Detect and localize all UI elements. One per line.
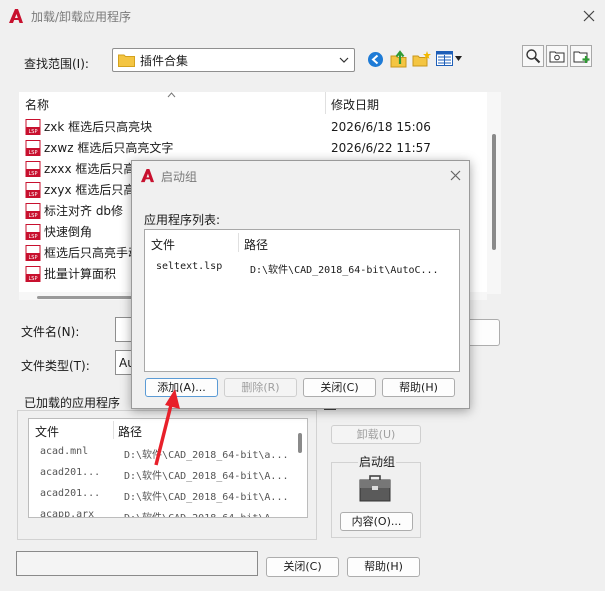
- new-folder-icon[interactable]: [412, 50, 432, 68]
- file-date: 2026/6/22 11:57: [331, 141, 431, 155]
- folder-plus-icon: [573, 51, 590, 63]
- view-grid-icon: [436, 51, 453, 66]
- loaded-tab[interactable]: 已加载的应用程序: [24, 394, 121, 411]
- startup-suite-label: 启动组: [358, 453, 397, 470]
- loaded-header-path[interactable]: 路径: [118, 423, 142, 440]
- loaded-col-divider[interactable]: [113, 421, 114, 439]
- close-icon[interactable]: [450, 170, 461, 181]
- svg-text:LSP: LSP: [29, 213, 38, 219]
- app-list-label: 应用程序列表:: [144, 213, 221, 227]
- unload-button[interactable]: 卸载(U): [331, 425, 421, 444]
- app-list[interactable]: 文件 路径 seltext.lsp D:\软件\CAD_2018_64-bit\…: [144, 229, 460, 372]
- title-bar: 加载/卸载应用程序: [0, 0, 605, 32]
- app-row-file[interactable]: seltext.lsp: [156, 261, 222, 272]
- lsp-file-icon: LSP: [25, 224, 41, 240]
- loaded-scroll-thumb[interactable]: [298, 433, 302, 453]
- folder-icon: [118, 54, 135, 67]
- app-row-path[interactable]: D:\软件\CAD_2018_64-bit\AutoC...: [250, 261, 455, 276]
- loaded-row-file[interactable]: acad.mnl: [40, 446, 88, 457]
- remove-button[interactable]: 删除(R): [224, 378, 297, 397]
- folder-search-icon: [549, 51, 565, 63]
- lsp-file-icon: LSP: [25, 266, 41, 282]
- column-header-name[interactable]: 名称: [25, 96, 49, 113]
- loaded-header-file[interactable]: 文件: [35, 423, 59, 440]
- file-name: zxwz 框选后只高亮文字: [44, 141, 174, 155]
- file-name: 标注对齐 db修: [44, 204, 124, 218]
- window-title: 加载/卸载应用程序: [31, 10, 132, 24]
- file-name: zxk 框选后只高亮块: [44, 120, 153, 134]
- startup-dialog: 启动组 应用程序列表: 文件 路径 seltext.lsp D:\软件\CAD_…: [131, 160, 470, 409]
- status-field: [16, 551, 258, 576]
- lsp-file-icon: LSP: [25, 161, 41, 177]
- filename-label: 文件名(N):: [21, 325, 80, 339]
- look-in-label: 查找范围(I):: [24, 57, 89, 71]
- briefcase-icon[interactable]: [359, 475, 391, 502]
- look-in-dropdown[interactable]: 插件合集: [112, 48, 355, 72]
- find-file-button[interactable]: [522, 45, 544, 67]
- loaded-row-path[interactable]: D:\软件\CAD_2018_64-bit\A...: [124, 467, 296, 482]
- svg-text:LSP: LSP: [29, 150, 38, 156]
- close-button[interactable]: 关闭(C): [266, 557, 339, 577]
- loaded-row-path[interactable]: D:\软件\CAD_2018_64-bit\A...: [124, 509, 296, 517]
- app-list-header-path[interactable]: 路径: [244, 236, 268, 253]
- svg-text:LSP: LSP: [29, 276, 38, 282]
- magnifier-icon: [526, 49, 541, 64]
- loaded-row-path[interactable]: D:\软件\CAD_2018_64-bit\A...: [124, 488, 296, 503]
- column-header-modified[interactable]: 修改日期: [331, 96, 379, 113]
- file-list-scrollbar-v[interactable]: [487, 92, 501, 294]
- loaded-row-file[interactable]: acad201...: [40, 488, 100, 499]
- lsp-file-icon: LSP: [25, 203, 41, 219]
- file-name: 快速倒角: [44, 225, 93, 239]
- up-folder-icon[interactable]: [389, 49, 409, 69]
- startup-dialog-title: 启动组: [161, 170, 198, 184]
- load-button-edge[interactable]: [466, 319, 500, 346]
- lsp-file-icon: LSP: [25, 140, 41, 156]
- autocad-logo-icon: [140, 168, 155, 183]
- locate-button[interactable]: [546, 45, 568, 67]
- svg-text:LSP: LSP: [29, 129, 38, 135]
- file-date: 2026/6/18 15:06: [331, 120, 431, 134]
- file-name: 批量计算面积: [44, 267, 117, 281]
- app-list-col-divider[interactable]: [238, 233, 239, 252]
- lsp-file-icon: LSP: [25, 182, 41, 198]
- loaded-row-file[interactable]: acapp.arx: [40, 509, 94, 517]
- svg-text:LSP: LSP: [29, 255, 38, 261]
- svg-text:LSP: LSP: [29, 234, 38, 240]
- help-button[interactable]: 帮助(H): [347, 557, 420, 577]
- column-divider[interactable]: [325, 92, 326, 114]
- close-icon[interactable]: [583, 10, 595, 22]
- view-menu[interactable]: [436, 51, 464, 67]
- app-list-header-file[interactable]: 文件: [151, 236, 175, 253]
- annotation-arrow-icon: [154, 389, 180, 466]
- loaded-row-file[interactable]: acad201...: [40, 467, 100, 478]
- sort-up-icon: [167, 92, 176, 98]
- add-to-favorites-button[interactable]: [570, 45, 592, 67]
- startup-help-button[interactable]: 帮助(H): [382, 378, 455, 397]
- caret-down-icon: [455, 56, 462, 61]
- startup-close-button[interactable]: 关闭(C): [303, 378, 376, 397]
- chevron-down-icon: [339, 57, 349, 63]
- lsp-file-icon: LSP: [25, 245, 41, 261]
- look-in-value: 插件合集: [140, 54, 189, 68]
- contents-button[interactable]: 内容(O)...: [340, 512, 413, 531]
- autocad-logo-icon: [9, 9, 23, 23]
- filetype-label: 文件类型(T):: [21, 359, 90, 373]
- svg-text:LSP: LSP: [29, 192, 38, 198]
- svg-text:LSP: LSP: [29, 171, 38, 177]
- scroll-thumb[interactable]: [492, 134, 496, 250]
- lsp-file-icon: LSP: [25, 119, 41, 135]
- file-name: 框选后只高亮手动: [44, 246, 141, 260]
- back-icon[interactable]: [367, 51, 384, 68]
